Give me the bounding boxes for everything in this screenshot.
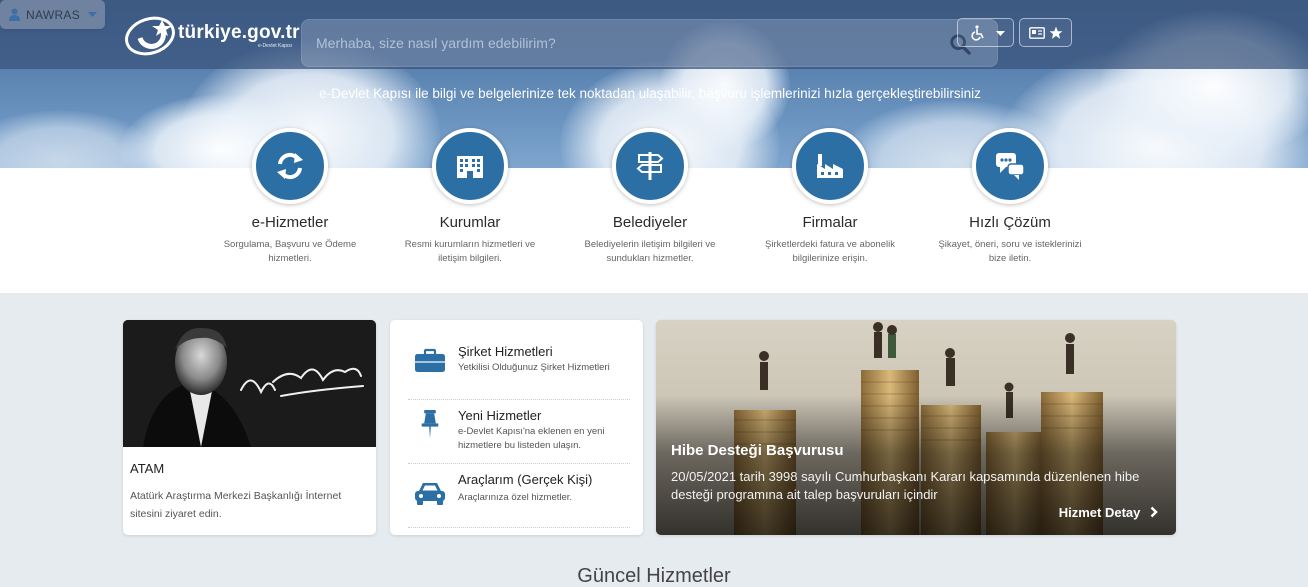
pin-icon bbox=[421, 410, 439, 439]
featured-link-label: Hizmet Detay bbox=[1058, 505, 1141, 520]
wheelchair-icon bbox=[971, 25, 984, 41]
featured-detail-link[interactable]: Hizmet Detay bbox=[1059, 505, 1158, 520]
logo-subtitle: e-Devlet Kapısı bbox=[258, 43, 293, 49]
refresh-icon bbox=[277, 152, 303, 180]
id-card-favorites-button[interactable] bbox=[1019, 18, 1072, 47]
user-icon bbox=[9, 8, 20, 21]
logo-emblem-icon bbox=[125, 16, 175, 56]
car-icon bbox=[415, 483, 445, 505]
service-title: Belediyeler bbox=[612, 214, 688, 231]
featured-title: Hibe Desteği Başvurusu bbox=[671, 442, 844, 459]
id-card-icon bbox=[1029, 27, 1045, 39]
service-desc: Resmi kurumların hizmetleri ve iletişim … bbox=[404, 239, 536, 264]
accessibility-button[interactable] bbox=[957, 18, 1014, 47]
search-box bbox=[301, 19, 998, 67]
atam-title: ATAM bbox=[130, 461, 165, 476]
search-input[interactable] bbox=[302, 20, 997, 66]
service-title: Kurumlar bbox=[439, 214, 501, 231]
section-title: Güncel Hizmetler bbox=[577, 565, 731, 587]
service-icon-circle bbox=[612, 128, 688, 204]
link-sirket-hizmetleri[interactable]: Şirket Hizmetleri Yetkilisi Olduğunuz Şi… bbox=[408, 336, 630, 400]
service-desc: Şirketlerdeki fatura ve abonelik bilgile… bbox=[765, 239, 895, 264]
link-title: Şirket Hizmetleri bbox=[458, 344, 553, 359]
service-desc: Belediyelerin iletişim bilgileri ve sund… bbox=[584, 239, 716, 264]
logo-text: türkiye.gov.tr bbox=[178, 22, 300, 43]
user-name: NAWRAS bbox=[26, 8, 81, 22]
service-icon-circle bbox=[252, 128, 328, 204]
link-title: Yeni Hizmetler bbox=[458, 408, 542, 423]
service-icon-circle bbox=[972, 128, 1048, 204]
hero-tagline: e-Devlet Kapısı ile bilgi ve belgelerini… bbox=[319, 86, 981, 101]
ataturk-portrait-icon bbox=[123, 320, 376, 447]
service-title: Hızlı Çözüm bbox=[969, 214, 1051, 231]
briefcase-icon bbox=[415, 348, 445, 372]
service-desc: Şikayet, öneri, soru ve isteklerinizi bi… bbox=[938, 239, 1082, 264]
service-title: Firmalar bbox=[802, 214, 858, 231]
service-icon-circle bbox=[792, 128, 868, 204]
chat-icon bbox=[996, 153, 1025, 180]
featured-description: 20/05/2021 tarih 3998 sayılı Cumhurbaşka… bbox=[671, 469, 1140, 502]
quick-links-card: Şirket Hizmetleri Yetkilisi Olduğunuz Şi… bbox=[390, 320, 643, 535]
star-icon bbox=[1049, 26, 1063, 39]
link-desc: Yetkilisi Olduğunuz Şirket Hizmetleri bbox=[458, 362, 610, 373]
link-desc: e-Devlet Kapısı'na eklenen en yeni hizme… bbox=[458, 426, 605, 451]
link-araclarim[interactable]: Araçlarım (Gerçek Kişi) Araçlarınıza öze… bbox=[408, 464, 630, 528]
link-desc: Araçlarınıza özel hizmetler. bbox=[458, 492, 573, 503]
chevron-right-icon bbox=[1150, 506, 1158, 518]
chevron-down-icon bbox=[996, 31, 1005, 36]
factory-icon bbox=[817, 154, 843, 178]
link-title: Araçlarım (Gerçek Kişi) bbox=[458, 472, 593, 487]
service-title: e-Hizmetler bbox=[251, 214, 329, 231]
link-yeni-hizmetler[interactable]: Yeni Hizmetler e-Devlet Kapısı'na eklene… bbox=[408, 400, 630, 464]
service-icon-circle bbox=[432, 128, 508, 204]
service-desc: Sorgulama, Başvuru ve Ödeme hizmetleri. bbox=[223, 239, 357, 264]
featured-hibe-card[interactable]: Hibe Desteği Başvurusu 20/05/2021 tarih … bbox=[656, 320, 1176, 535]
chevron-down-icon bbox=[88, 12, 97, 17]
atam-description: Atatürk Araştırma Merkezi Başkanlığı İnt… bbox=[130, 490, 342, 520]
ataturk-photo bbox=[123, 320, 376, 447]
signpost-icon bbox=[636, 152, 664, 180]
logo[interactable]: türkiye.gov.tr e-Devlet Kapısı bbox=[122, 12, 304, 56]
atam-card[interactable]: ATAM Atatürk Araştırma Merkezi Başkanlığ… bbox=[123, 320, 376, 535]
building-icon bbox=[457, 156, 483, 178]
